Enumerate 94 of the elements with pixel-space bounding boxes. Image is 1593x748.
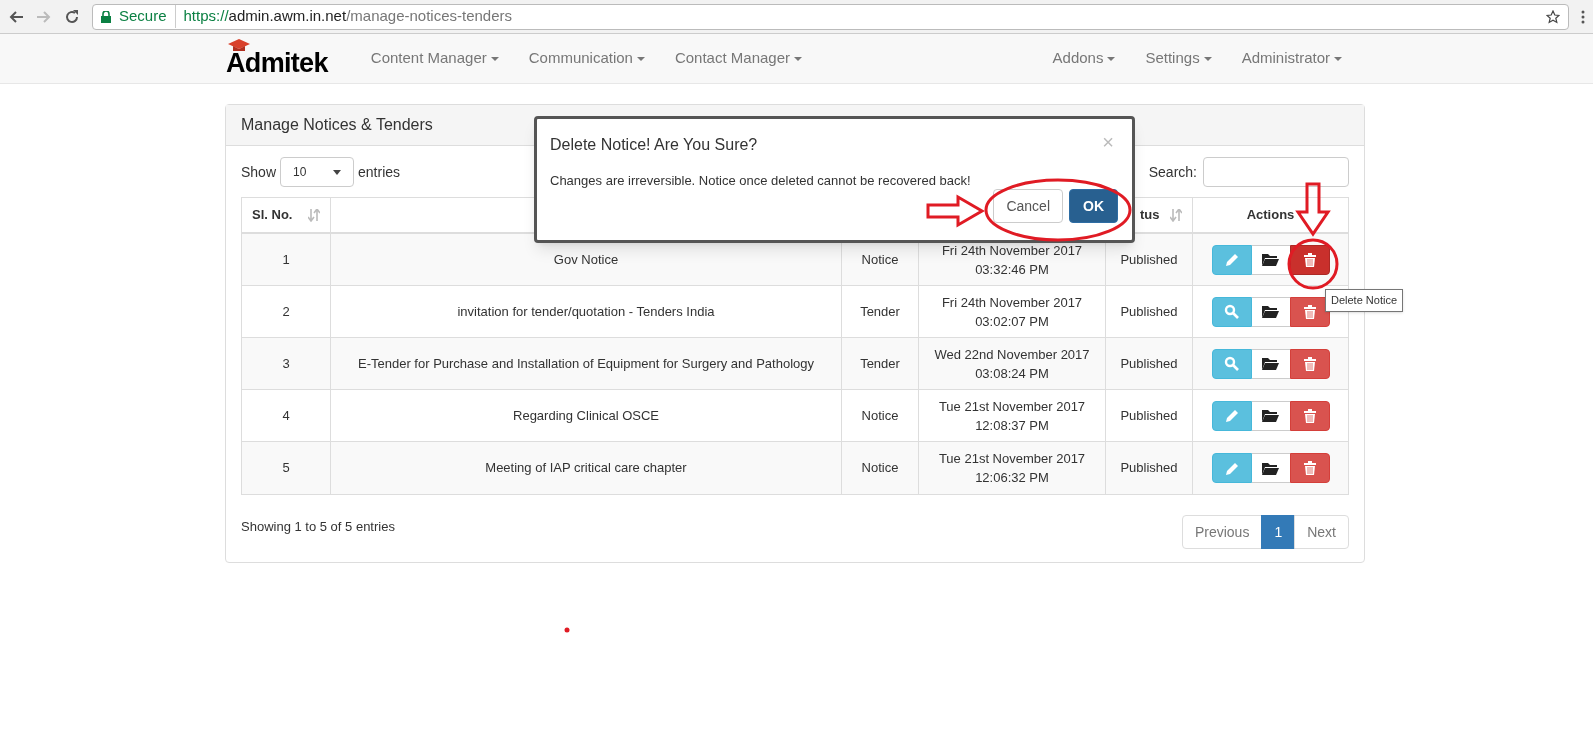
search-label: Search: — [1148, 162, 1197, 182]
delete-button[interactable] — [1289, 400, 1330, 431]
pagination-link[interactable]: 1 — [1261, 515, 1296, 549]
delete-button[interactable] — [1289, 348, 1330, 379]
folder-button[interactable] — [1251, 296, 1290, 327]
menu-icon[interactable] — [1581, 9, 1585, 24]
search-field[interactable] — [1203, 157, 1349, 187]
nav-menu[interactable]: Addons — [1037, 47, 1131, 70]
pencil-icon — [1224, 408, 1239, 423]
table-cell-text: Tue 21st November 2017 12:06:32 PM — [938, 450, 1086, 487]
cancel-button[interactable]: Cancel — [993, 189, 1063, 223]
folder-icon — [1262, 305, 1279, 318]
folder-icon — [1262, 357, 1279, 370]
reload-icon[interactable] — [64, 8, 80, 25]
caret-icon — [1334, 56, 1342, 61]
lock-icon — [101, 10, 111, 23]
folder-button[interactable] — [1251, 453, 1290, 483]
column-header: Sl. No. — [252, 206, 293, 225]
trash-icon — [1303, 252, 1316, 267]
table-cell-text: Regarding Clinical OSCE — [513, 406, 659, 425]
column-header: Actions — [1246, 206, 1295, 225]
url-text: https://admin.awm.in.net/manage-notices-tenders — [183, 6, 513, 27]
search-icon — [1224, 304, 1239, 319]
table-cell-text: 4 — [282, 406, 290, 425]
table-cell-text: Published — [1120, 354, 1178, 373]
table-cell-text: Fri 24th November 2017 03:02:07 PM — [941, 293, 1083, 331]
table-cell-text: Notice — [861, 250, 899, 269]
trash-icon — [1303, 304, 1316, 319]
pagination-link[interactable]: Previous — [1181, 515, 1263, 549]
back-icon[interactable] — [8, 8, 24, 25]
table-cell-text: 2 — [282, 302, 290, 321]
dialog-title: Delete Notice! Are You Sure? — [550, 135, 758, 155]
nav-menu[interactable]: Contact Manager — [659, 47, 817, 70]
dot-mark — [564, 627, 570, 633]
table-cell-text: Wed 22nd November 2017 03:08:24 PM — [934, 345, 1090, 383]
pagination-link[interactable]: Next — [1294, 515, 1349, 549]
column-header: tus — [1140, 206, 1160, 225]
table-cell-text: Published — [1120, 250, 1178, 269]
folder-button[interactable] — [1251, 244, 1290, 275]
folder-icon — [1262, 253, 1279, 266]
table-cell-text: Gov Notice — [553, 250, 619, 269]
table-cell-text: Tender — [860, 354, 900, 373]
table-cell-text: Tue 21st November 2017 12:08:37 PM — [938, 397, 1086, 435]
folder-button[interactable] — [1251, 348, 1290, 379]
pencil-icon — [1224, 252, 1239, 267]
folder-button[interactable] — [1251, 400, 1290, 431]
delete-button[interactable] — [1289, 296, 1330, 327]
star-icon[interactable] — [1546, 9, 1560, 24]
table-cell-text: invitation for tender/quotation - Tenders India — [457, 302, 715, 321]
nav-menu[interactable]: Administrator — [1226, 47, 1357, 70]
dialog-message: Changes are irreversible. Notice once deleted cannot be recovered back! — [550, 172, 971, 190]
table-cell-text: 1 — [282, 250, 290, 269]
panel-title: Manage Notices & Tenders — [241, 115, 433, 135]
table-cell-text: 3 — [282, 354, 290, 373]
delete-button[interactable] — [1289, 453, 1330, 483]
nav-menu[interactable]: Communication — [513, 47, 660, 70]
caret-icon — [1203, 56, 1212, 61]
tooltip: Delete Notice — [1325, 289, 1404, 312]
table-cell-text: Tender — [860, 302, 900, 321]
annotation-arrow — [926, 194, 985, 228]
address-bar[interactable]: Secure https://admin.awm.in.net/manage-notices-tenders — [92, 3, 1569, 30]
trash-icon — [1303, 408, 1316, 423]
table-cell-text: Notice — [861, 406, 899, 425]
table-cell-text: Published — [1120, 302, 1178, 321]
entries-label: entries — [358, 162, 401, 182]
trash-icon — [1303, 356, 1316, 371]
table-info: Showing 1 to 5 of 5 entries — [241, 518, 395, 537]
show-label: Show — [241, 162, 277, 182]
caret-icon — [636, 56, 645, 61]
table-cell-text: Fri 24th November 2017 03:32:46 PM — [941, 241, 1083, 279]
caret-icon — [333, 169, 342, 175]
table-cell-text: 5 — [282, 459, 290, 478]
caret-icon — [794, 56, 802, 61]
table-cell-text: E-Tender for Purchase and Installation of Equipment for Surgery and Pathology — [358, 354, 814, 373]
annotation-circle — [1287, 238, 1339, 290]
page-size-select[interactable]: 10 — [280, 157, 355, 187]
caret-icon — [490, 56, 499, 61]
table-cell-text: Published — [1120, 406, 1178, 425]
brand-logo[interactable]: Admitek — [226, 36, 328, 81]
table-cell-text: Meeting of IAP critical care chapter — [485, 459, 687, 478]
folder-icon — [1262, 409, 1279, 422]
annotation-arrow — [1295, 182, 1331, 237]
folder-icon — [1262, 461, 1279, 475]
nav-menu[interactable]: Settings — [1130, 47, 1227, 70]
table-cell-text: Notice — [861, 459, 899, 478]
graduation-cap-icon — [228, 38, 250, 53]
nav-menu[interactable]: Content Manager — [355, 47, 514, 70]
table-cell-text: Published — [1120, 459, 1178, 478]
caret-icon — [1107, 56, 1116, 61]
search-icon — [1224, 356, 1239, 371]
ok-button[interactable]: OK — [1069, 189, 1118, 223]
pencil-icon — [1224, 460, 1239, 476]
security-label: Secure — [119, 5, 176, 28]
trash-icon — [1303, 461, 1316, 475]
